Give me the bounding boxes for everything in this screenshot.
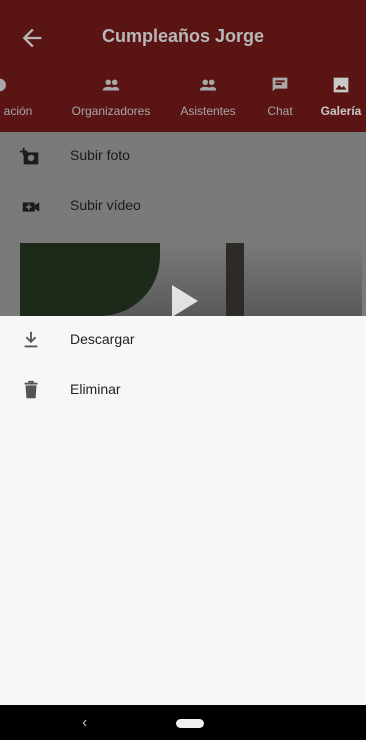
tab-organizadores[interactable]: Organizadores (66, 68, 156, 132)
download-row[interactable]: Descargar (0, 316, 366, 366)
gallery-video-thumbnail[interactable] (20, 243, 362, 316)
tab-label: Chat (267, 104, 293, 118)
tab-partial[interactable]: ación (0, 68, 42, 132)
tab-galeria[interactable]: Galería (318, 68, 364, 132)
upload-video-row[interactable]: Subir vídeo (0, 182, 366, 232)
chat-icon (272, 77, 288, 92)
group-icon (199, 79, 217, 91)
delete-label: Eliminar (70, 381, 121, 397)
tab-asistentes[interactable]: Asistentes (176, 68, 240, 132)
top-app-bar: Cumpleaños Jorge ación Organizadores Asi… (0, 0, 366, 132)
video-call-icon (22, 202, 40, 212)
photo-library-icon (333, 77, 349, 93)
download-label: Descargar (70, 331, 135, 347)
upload-photo-row[interactable]: Subir foto (0, 132, 366, 182)
nav-back-icon[interactable]: ‹ (82, 714, 87, 732)
download-icon (24, 331, 38, 348)
tab-bar: ación Organizadores Asistentes Chat Gale… (0, 68, 366, 132)
add-photo-icon (20, 147, 39, 165)
tab-label: Organizadores (71, 104, 151, 118)
play-icon (172, 285, 198, 316)
tab-label: Asistentes (180, 104, 236, 118)
page-title: Cumpleaños Jorge (101, 26, 265, 46)
delete-row[interactable]: Eliminar (0, 366, 366, 416)
tab-chat[interactable]: Chat (260, 68, 300, 132)
upload-photo-label: Subir foto (70, 147, 130, 163)
trash-icon (24, 380, 38, 399)
system-nav-bar: ‹ (0, 705, 366, 740)
group-icon (102, 79, 120, 91)
bottom-sheet: Descargar Eliminar (0, 316, 366, 705)
partial-icon (0, 78, 6, 92)
tab-label: Galería (320, 104, 362, 118)
gallery-actions: Subir foto Subir vídeo (0, 132, 366, 232)
upload-video-label: Subir vídeo (70, 197, 141, 213)
tab-label: ación (3, 104, 33, 118)
nav-home-pill[interactable] (176, 719, 204, 728)
